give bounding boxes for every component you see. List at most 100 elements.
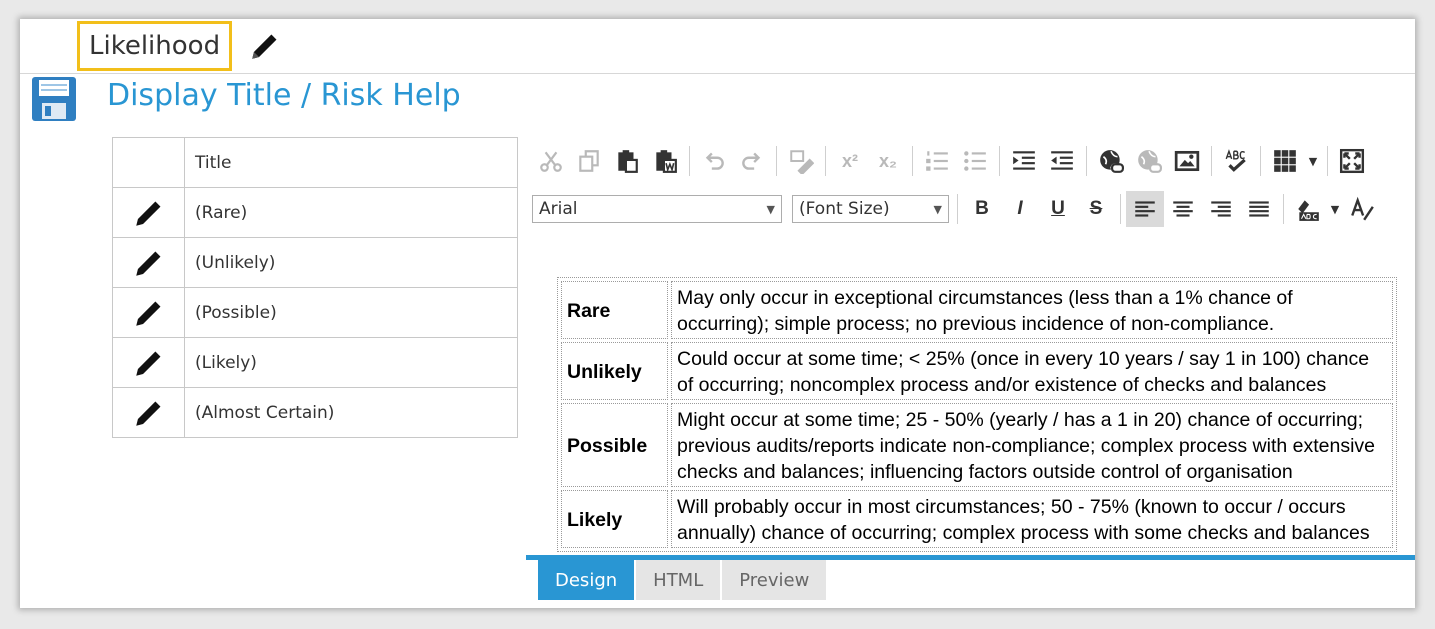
bold-button[interactable]: B (963, 191, 1001, 227)
edit-pencil-icon[interactable] (132, 196, 166, 230)
justify-icon[interactable] (1240, 191, 1278, 227)
table-row: Rare May only occur in exceptional circu… (561, 281, 1393, 339)
row-title: (Almost Certain) (184, 387, 518, 438)
align-center-icon[interactable] (1164, 191, 1202, 227)
chevron-down-icon: ▼ (766, 202, 775, 216)
row-title: (Possible) (184, 287, 518, 338)
description-cell: Will probably occur in most circumstance… (671, 490, 1393, 548)
editor-toolbar: x² x₂ ▼ Arial ▼ (Font Size) ▼ B I U S ▼ (526, 137, 1415, 235)
edit-cell (112, 287, 185, 338)
toolbar-separator (1120, 194, 1121, 224)
font-size-value: (Font Size) (799, 199, 890, 219)
tab-design[interactable]: Design (538, 560, 635, 600)
row-title: (Rare) (184, 187, 518, 238)
toolbar-separator (689, 146, 690, 176)
subscript-icon[interactable]: x₂ (869, 143, 907, 179)
section-title: Display Title / Risk Help (107, 78, 461, 113)
text-color-icon[interactable] (1289, 191, 1327, 227)
spellcheck-icon[interactable] (1217, 143, 1255, 179)
table-row: (Rare) (112, 187, 518, 238)
superscript-icon[interactable]: x² (831, 143, 869, 179)
page-title-box: Likelihood (77, 21, 233, 71)
color-dropdown-chevron-icon[interactable]: ▼ (1327, 191, 1343, 227)
align-right-icon[interactable] (1202, 191, 1240, 227)
toolbar-row-1: x² x₂ ▼ (532, 141, 1371, 181)
page-title: Likelihood (89, 31, 221, 61)
remove-link-icon[interactable] (1130, 143, 1168, 179)
header-divider (20, 73, 1415, 74)
toolbar-separator (1211, 146, 1212, 176)
editor-content-area[interactable]: Rare May only occur in exceptional circu… (557, 277, 1400, 575)
table-row: (Almost Certain) (112, 387, 518, 438)
edit-title-pencil-icon[interactable] (248, 29, 282, 63)
row-title: (Unlikely) (184, 237, 518, 288)
editor-mode-tabs: Design HTML Preview (538, 560, 828, 600)
table-row: (Unlikely) (112, 237, 518, 288)
chevron-down-icon: ▼ (933, 202, 942, 216)
font-family-value: Arial (539, 199, 578, 219)
insert-image-icon[interactable] (1168, 143, 1206, 179)
tab-html[interactable]: HTML (636, 560, 721, 600)
underline-label: U (1051, 198, 1065, 219)
copy-icon[interactable] (570, 143, 608, 179)
likelihood-description-table: Rare May only occur in exceptional circu… (557, 277, 1397, 552)
strikethrough-button[interactable]: S (1077, 191, 1115, 227)
table-dropdown-chevron-icon[interactable]: ▼ (1304, 143, 1322, 179)
title-column-header[interactable]: Title (184, 137, 518, 188)
description-cell: Might occur at some time; 25 - 50% (year… (671, 403, 1393, 487)
likelihood-grid: Title (Rare) (Unlikely) (Possible) (Like… (112, 137, 518, 438)
toolbar-separator (1086, 146, 1087, 176)
level-cell: Unlikely (561, 342, 668, 400)
risk-help-panel: Likelihood Display Title / Risk Help Tit… (20, 19, 1415, 608)
redo-icon[interactable] (733, 143, 771, 179)
edit-pencil-icon[interactable] (132, 346, 166, 380)
numbered-list-icon[interactable] (918, 143, 956, 179)
description-cell: Could occur at some time; < 25% (once in… (671, 342, 1393, 400)
insert-link-icon[interactable] (1092, 143, 1130, 179)
outdent-icon[interactable] (1043, 143, 1081, 179)
cut-icon[interactable] (532, 143, 570, 179)
italic-button[interactable]: I (1001, 191, 1039, 227)
toolbar-separator (912, 146, 913, 176)
level-cell: Possible (561, 403, 668, 487)
edit-column-header (112, 137, 185, 188)
table-row: Unlikely Could occur at some time; < 25%… (561, 342, 1393, 400)
toolbar-separator (1283, 194, 1284, 224)
toolbar-separator (999, 146, 1000, 176)
italic-label: I (1017, 198, 1023, 219)
format-stripper-icon[interactable] (782, 143, 820, 179)
edit-cell (112, 387, 185, 438)
level-cell: Rare (561, 281, 668, 339)
edit-pencil-icon[interactable] (132, 296, 166, 330)
table-row: Likely Will probably occur in most circu… (561, 490, 1393, 548)
toolbar-separator (776, 146, 777, 176)
grid-header-row: Title (112, 137, 518, 188)
edit-pencil-icon[interactable] (132, 246, 166, 280)
bulleted-list-icon[interactable] (956, 143, 994, 179)
toolbar-row-2: Arial ▼ (Font Size) ▼ B I U S ▼ (532, 189, 1381, 229)
underline-button[interactable]: U (1039, 191, 1077, 227)
paste-from-word-icon[interactable] (646, 143, 684, 179)
bold-label: B (975, 198, 989, 219)
insert-table-icon[interactable] (1266, 143, 1304, 179)
font-family-select[interactable]: Arial ▼ (532, 195, 782, 223)
font-size-select[interactable]: (Font Size) ▼ (792, 195, 949, 223)
save-icon[interactable] (30, 75, 78, 123)
rich-text-editor: x² x₂ ▼ Arial ▼ (Font Size) ▼ B I U S ▼ … (526, 137, 1415, 608)
edit-pencil-icon[interactable] (132, 396, 166, 430)
level-cell: Likely (561, 490, 668, 548)
format-text-icon[interactable] (1343, 191, 1381, 227)
tab-preview[interactable]: Preview (722, 560, 827, 600)
edit-cell (112, 237, 185, 288)
description-cell: May only occur in exceptional circumstan… (671, 281, 1393, 339)
align-left-icon[interactable] (1126, 191, 1164, 227)
editor-mode-bar: Design HTML Preview (526, 555, 1415, 608)
toolbar-separator (1327, 146, 1328, 176)
indent-icon[interactable] (1005, 143, 1043, 179)
edit-cell (112, 337, 185, 388)
toolbar-separator (825, 146, 826, 176)
fullscreen-icon[interactable] (1333, 143, 1371, 179)
undo-icon[interactable] (695, 143, 733, 179)
edit-cell (112, 187, 185, 238)
paste-icon[interactable] (608, 143, 646, 179)
